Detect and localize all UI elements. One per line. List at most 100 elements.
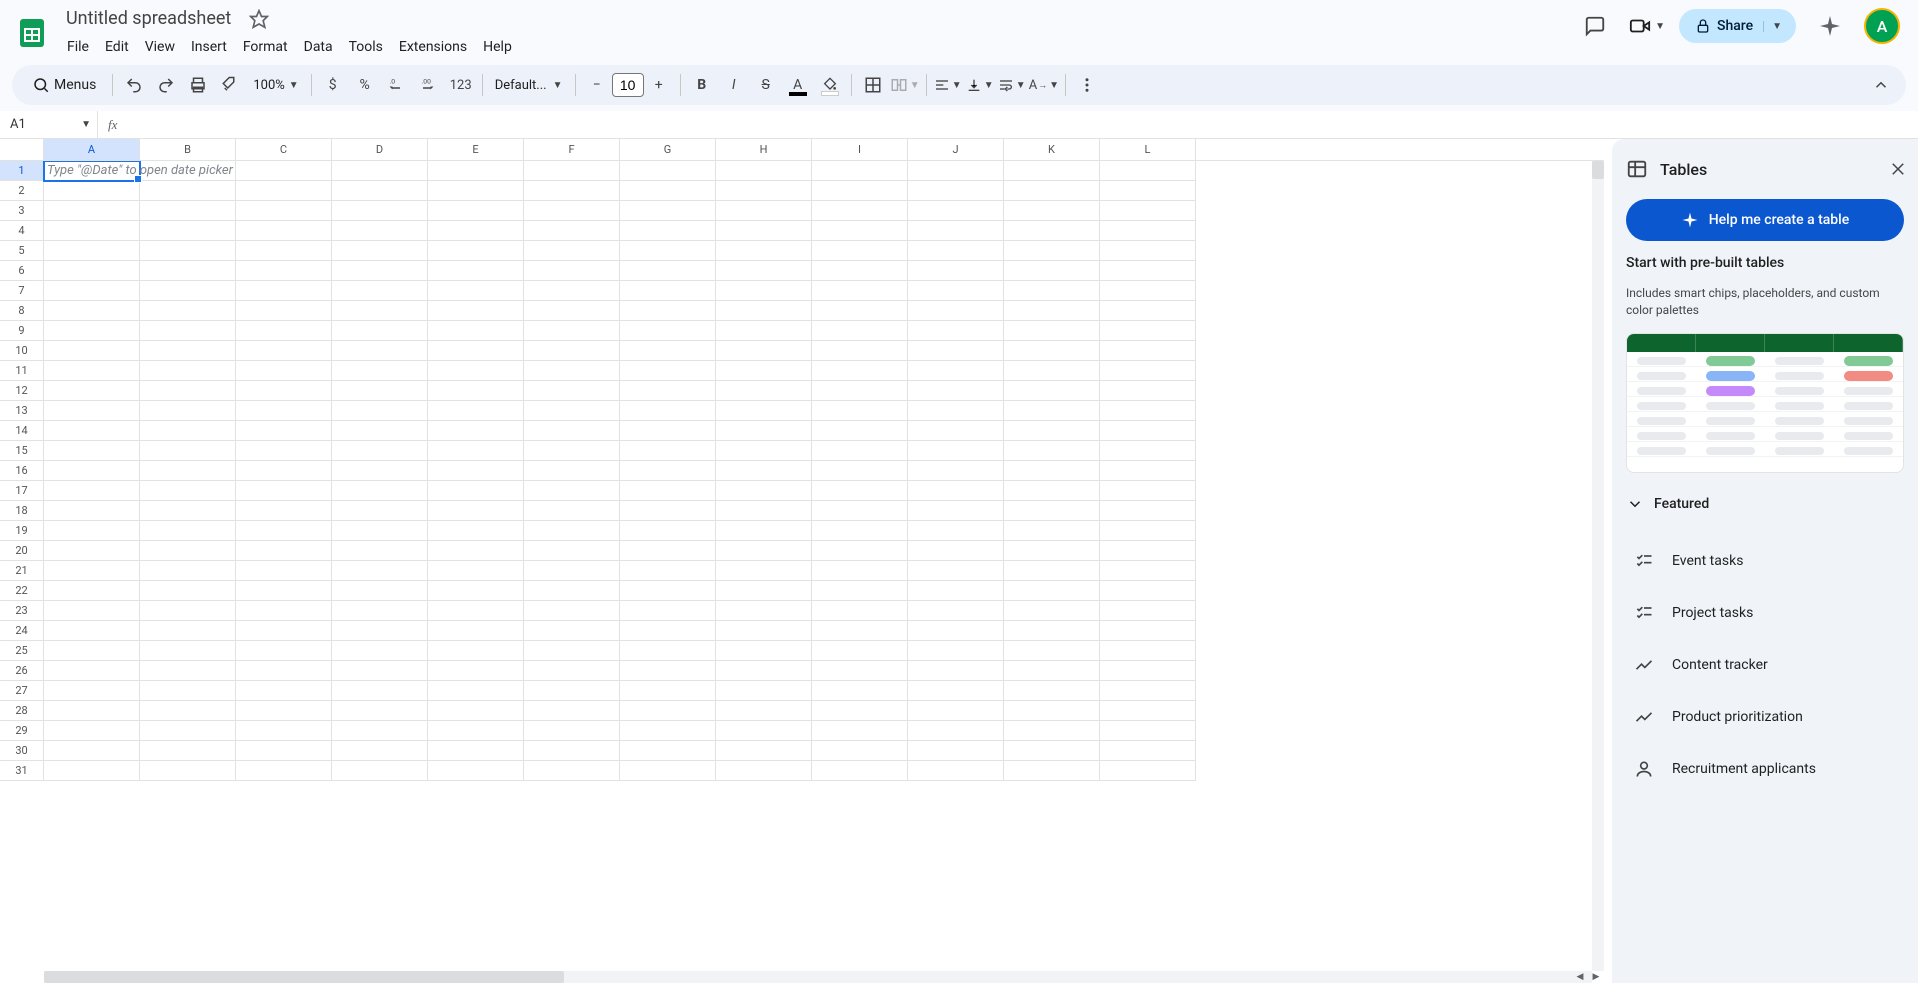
redo-button[interactable]	[151, 70, 181, 100]
cell[interactable]	[1004, 201, 1100, 221]
cell[interactable]	[524, 381, 620, 401]
cell[interactable]	[812, 161, 908, 181]
cell[interactable]	[236, 161, 332, 181]
cell[interactable]	[908, 161, 1004, 181]
cell[interactable]	[44, 761, 140, 781]
cell[interactable]	[428, 521, 524, 541]
cell[interactable]	[524, 301, 620, 321]
cell[interactable]	[332, 701, 428, 721]
cell[interactable]	[716, 481, 812, 501]
cell[interactable]	[332, 521, 428, 541]
cell[interactable]	[332, 541, 428, 561]
cell[interactable]	[236, 301, 332, 321]
cell[interactable]	[812, 241, 908, 261]
cell[interactable]	[140, 461, 236, 481]
cell[interactable]	[716, 181, 812, 201]
cell[interactable]	[812, 441, 908, 461]
cell[interactable]	[428, 421, 524, 441]
cell[interactable]	[812, 281, 908, 301]
cell[interactable]	[236, 381, 332, 401]
cell[interactable]	[908, 561, 1004, 581]
cell[interactable]	[524, 321, 620, 341]
close-panel-button[interactable]	[1882, 153, 1914, 185]
cell[interactable]	[908, 521, 1004, 541]
cell[interactable]	[620, 281, 716, 301]
row-header[interactable]: 10	[0, 341, 44, 361]
template-item[interactable]: Project tasks	[1626, 587, 1914, 639]
cell[interactable]	[524, 261, 620, 281]
cell[interactable]	[620, 761, 716, 781]
cell[interactable]	[620, 501, 716, 521]
search-menus[interactable]: Menus	[22, 72, 106, 98]
cell[interactable]	[716, 261, 812, 281]
cell[interactable]	[716, 521, 812, 541]
cell[interactable]	[44, 221, 140, 241]
row-header[interactable]: 24	[0, 621, 44, 641]
cell[interactable]	[716, 221, 812, 241]
cell[interactable]	[1004, 561, 1100, 581]
cell[interactable]	[524, 501, 620, 521]
cell[interactable]	[236, 561, 332, 581]
collapse-toolbar-button[interactable]	[1866, 70, 1896, 100]
column-header[interactable]: G	[620, 139, 716, 160]
cell[interactable]	[1004, 221, 1100, 241]
cell[interactable]	[812, 481, 908, 501]
cell[interactable]	[44, 741, 140, 761]
cell[interactable]	[908, 301, 1004, 321]
cell[interactable]	[1004, 261, 1100, 281]
row-header[interactable]: 28	[0, 701, 44, 721]
cell[interactable]	[524, 441, 620, 461]
cell[interactable]	[332, 181, 428, 201]
cell[interactable]	[620, 361, 716, 381]
cell[interactable]	[236, 461, 332, 481]
row-header[interactable]: 11	[0, 361, 44, 381]
fill-color-button[interactable]	[815, 70, 845, 100]
cell[interactable]	[716, 561, 812, 581]
horizontal-scrollbar[interactable]	[44, 971, 1592, 983]
cell[interactable]	[428, 601, 524, 621]
cell[interactable]	[1004, 441, 1100, 461]
cell[interactable]	[140, 481, 236, 501]
cell[interactable]	[1004, 661, 1100, 681]
cell[interactable]	[620, 541, 716, 561]
column-header[interactable]: F	[524, 139, 620, 160]
increase-font-size-button[interactable]: +	[644, 70, 674, 100]
cell[interactable]	[1100, 521, 1196, 541]
cell[interactable]	[44, 461, 140, 481]
cell[interactable]	[236, 201, 332, 221]
cell[interactable]	[524, 421, 620, 441]
decrease-decimal-button[interactable]: .0	[382, 70, 412, 100]
cell[interactable]	[908, 241, 1004, 261]
column-header[interactable]: J	[908, 139, 1004, 160]
cell[interactable]	[140, 341, 236, 361]
cell[interactable]	[1100, 221, 1196, 241]
cell[interactable]	[1100, 561, 1196, 581]
cell[interactable]	[332, 321, 428, 341]
row-header[interactable]: 27	[0, 681, 44, 701]
cell[interactable]	[716, 721, 812, 741]
cell[interactable]	[140, 181, 236, 201]
cell[interactable]	[1100, 421, 1196, 441]
cell[interactable]	[812, 681, 908, 701]
cell[interactable]	[1004, 721, 1100, 741]
cell[interactable]	[236, 441, 332, 461]
cell[interactable]	[620, 241, 716, 261]
cell[interactable]	[1004, 381, 1100, 401]
cell[interactable]	[332, 221, 428, 241]
cell[interactable]	[812, 761, 908, 781]
cell[interactable]	[812, 581, 908, 601]
cell[interactable]	[236, 341, 332, 361]
template-item[interactable]: Content tracker	[1626, 639, 1914, 691]
cell[interactable]	[44, 501, 140, 521]
cell[interactable]	[908, 601, 1004, 621]
meet-button[interactable]: ▼	[1629, 15, 1665, 37]
cell[interactable]	[140, 601, 236, 621]
cell[interactable]	[524, 581, 620, 601]
cell[interactable]	[812, 741, 908, 761]
cell[interactable]	[812, 641, 908, 661]
table-preview[interactable]	[1626, 333, 1904, 473]
cell[interactable]	[1100, 341, 1196, 361]
column-header[interactable]: D	[332, 139, 428, 160]
cell[interactable]	[620, 261, 716, 281]
cell[interactable]	[524, 461, 620, 481]
